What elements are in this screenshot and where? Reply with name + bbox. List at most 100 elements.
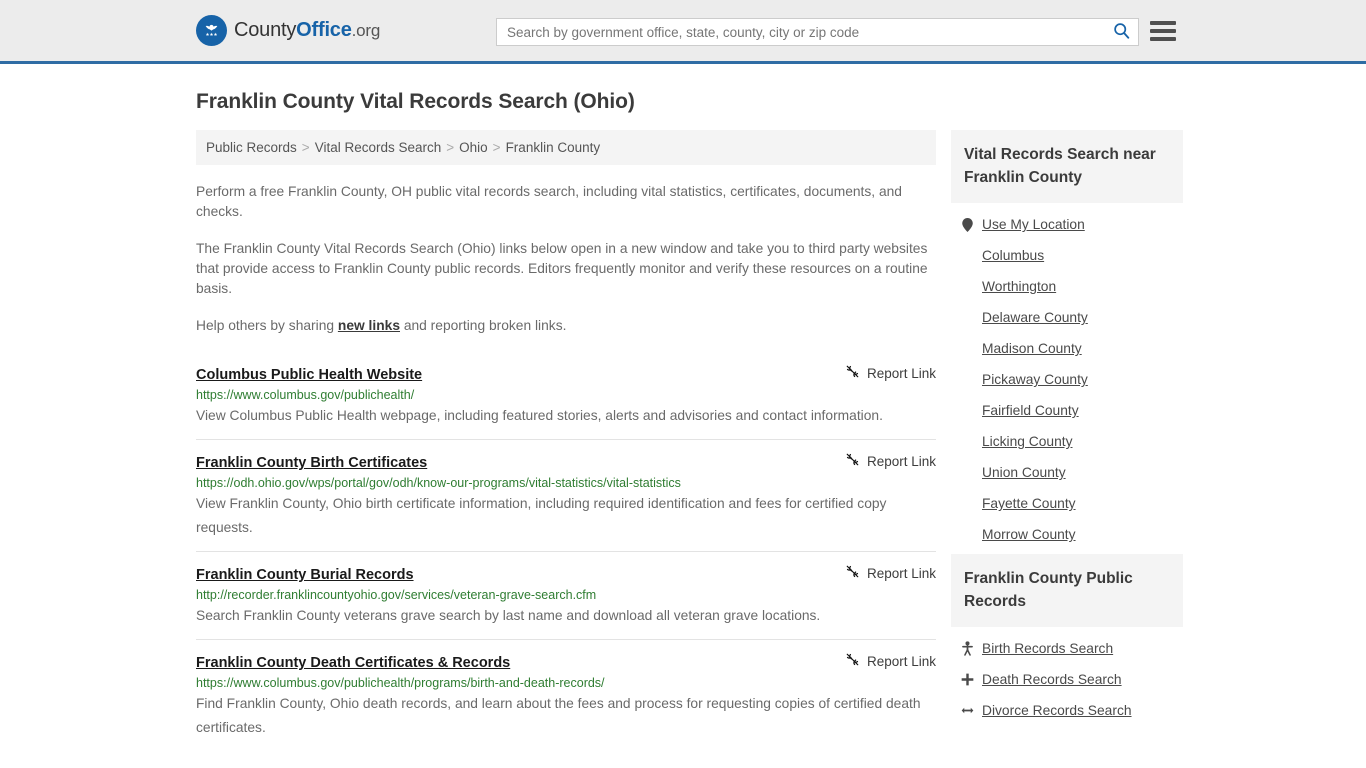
- sidebar-public-records-heading: Franklin County Public Records: [951, 554, 1183, 627]
- result-description: View Franklin County, Ohio birth certifi…: [196, 496, 887, 535]
- result-url[interactable]: http://recorder.franklincountyohio.gov/s…: [196, 588, 936, 602]
- report-link-button[interactable]: Report Link: [845, 364, 936, 382]
- baby-icon: [961, 641, 974, 656]
- site-header: CountyOffice.org: [0, 0, 1366, 64]
- result-item: Franklin County Death Certificates & Rec…: [196, 639, 936, 751]
- main-content: Public Records > Vital Records Search > Ohio…: [196, 130, 936, 751]
- sidebar-nearby-item[interactable]: Fairfield County: [951, 395, 1183, 426]
- result-header: Franklin County Death Certificates & Rec…: [196, 652, 936, 672]
- menu-bar-2: [1150, 29, 1176, 33]
- report-link-label: Report Link: [866, 565, 936, 581]
- search-icon: [1113, 22, 1130, 42]
- report-link-label: Report Link: [866, 453, 936, 469]
- sidebar-nearby-item[interactable]: Use My Location: [951, 209, 1183, 240]
- result-title-link[interactable]: Columbus Public Health Website: [196, 367, 422, 383]
- result-url[interactable]: https://www.columbus.gov/publichealth/: [196, 388, 936, 402]
- sidebar-nearby-label[interactable]: Licking County: [982, 434, 1073, 449]
- result-description: Search Franklin County veterans grave se…: [196, 608, 821, 623]
- sidebar-nearby-item[interactable]: Morrow County: [951, 519, 1183, 550]
- result-header: Columbus Public Health Website Report Lin…: [196, 364, 936, 384]
- results-list: Columbus Public Health Website Report Lin…: [196, 356, 936, 751]
- hamburger-menu-icon[interactable]: [1150, 18, 1176, 44]
- breadcrumb-item-2[interactable]: Ohio: [459, 140, 488, 155]
- breadcrumb-item-3[interactable]: Franklin County: [506, 140, 601, 155]
- site-logo-text: CountyOffice.org: [234, 19, 380, 42]
- intro-text: Perform a free Franklin County, OH publi…: [196, 182, 936, 336]
- result-item: Franklin County Burial Records Report Lin…: [196, 551, 936, 639]
- breadcrumb-separator: >: [492, 140, 501, 155]
- site-logo[interactable]: CountyOffice.org: [196, 15, 380, 46]
- split-arrows-icon: [961, 705, 974, 716]
- sidebar-nearby-label[interactable]: Madison County: [982, 341, 1082, 356]
- result-title-link[interactable]: Franklin County Death Certificates & Rec…: [196, 655, 510, 671]
- sidebar-nearby-item[interactable]: Delaware County: [951, 302, 1183, 333]
- intro-p3-after: and reporting broken links.: [400, 318, 567, 333]
- sidebar-nearby-item[interactable]: Licking County: [951, 426, 1183, 457]
- sidebar-nearby-label[interactable]: Pickaway County: [982, 372, 1088, 387]
- new-links-link[interactable]: new links: [338, 318, 400, 333]
- result-description: Find Franklin County, Ohio death records…: [196, 696, 921, 735]
- breadcrumb-separator: >: [301, 140, 310, 155]
- search-button[interactable]: [1104, 19, 1138, 45]
- sidebar-nearby-item[interactable]: Union County: [951, 457, 1183, 488]
- result-url[interactable]: https://odh.ohio.gov/wps/portal/gov/odh/…: [196, 476, 936, 490]
- sidebar-nearby-label[interactable]: Morrow County: [982, 527, 1076, 542]
- menu-bar-1: [1150, 21, 1176, 25]
- sidebar: Vital Records Search near Franklin Count…: [951, 130, 1183, 730]
- sidebar-nearby-label[interactable]: Columbus: [982, 248, 1044, 263]
- sidebar-nearby-item[interactable]: Pickaway County: [951, 364, 1183, 395]
- search-input[interactable]: [497, 19, 1104, 45]
- report-link-label: Report Link: [866, 365, 936, 381]
- sidebar-record-item[interactable]: Death Records Search: [951, 664, 1183, 695]
- broken-link-icon: [845, 564, 860, 582]
- sidebar-nearby-list: Use My Location Columbus Worthington Delawa…: [951, 203, 1183, 550]
- result-item: Columbus Public Health Website Report Lin…: [196, 356, 936, 439]
- result-title-link[interactable]: Franklin County Burial Records: [196, 567, 414, 583]
- result-header: Franklin County Birth Certificates Report…: [196, 452, 936, 472]
- report-link-button[interactable]: Report Link: [845, 452, 936, 470]
- search-bar[interactable]: [496, 18, 1139, 46]
- report-link-button[interactable]: Report Link: [845, 564, 936, 582]
- menu-bar-3: [1150, 37, 1176, 41]
- sidebar-nearby-item[interactable]: Madison County: [951, 333, 1183, 364]
- sidebar-record-item[interactable]: Birth Records Search: [951, 633, 1183, 664]
- breadcrumb-item-0[interactable]: Public Records: [206, 140, 297, 155]
- sidebar-nearby-item[interactable]: Fayette County: [951, 488, 1183, 519]
- sidebar-nearby-label[interactable]: Worthington: [982, 279, 1056, 294]
- breadcrumb-item-1[interactable]: Vital Records Search: [315, 140, 442, 155]
- sidebar-nearby-label[interactable]: Union County: [982, 465, 1066, 480]
- sidebar-nearby-heading: Vital Records Search near Franklin Count…: [951, 130, 1183, 203]
- broken-link-icon: [845, 652, 860, 670]
- brand-part-county: County: [234, 19, 297, 41]
- intro-paragraph-2: The Franklin County Vital Records Search…: [196, 241, 928, 296]
- result-header: Franklin County Burial Records Report Lin…: [196, 564, 936, 584]
- broken-link-icon: [845, 452, 860, 470]
- breadcrumb: Public Records > Vital Records Search > Ohio…: [196, 130, 936, 165]
- sidebar-nearby-label[interactable]: Fayette County: [982, 496, 1076, 511]
- result-item: Franklin County Birth Certificates Report…: [196, 439, 936, 551]
- broken-link-icon: [845, 364, 860, 382]
- intro-paragraph-3: Help others by sharing new links and rep…: [196, 316, 936, 336]
- sidebar-nearby-item[interactable]: Worthington: [951, 271, 1183, 302]
- sidebar-record-label[interactable]: Divorce Records Search: [982, 703, 1132, 718]
- result-title-link[interactable]: Franklin County Birth Certificates: [196, 455, 427, 471]
- sidebar-nearby-label[interactable]: Delaware County: [982, 310, 1088, 325]
- sidebar-record-label[interactable]: Birth Records Search: [982, 641, 1113, 656]
- intro-p3-before: Help others by sharing: [196, 318, 338, 333]
- result-description: View Columbus Public Health webpage, inc…: [196, 408, 883, 423]
- brand-part-org: .org: [351, 21, 381, 40]
- intro-paragraph-1: Perform a free Franklin County, OH publi…: [196, 184, 902, 219]
- sidebar-nearby-label[interactable]: Use My Location: [982, 217, 1085, 232]
- eagle-seal-logo-icon: [196, 15, 227, 46]
- report-link-button[interactable]: Report Link: [845, 652, 936, 670]
- result-url[interactable]: https://www.columbus.gov/publichealth/pr…: [196, 676, 936, 690]
- sidebar-nearby-label[interactable]: Fairfield County: [982, 403, 1079, 418]
- map-pin-icon: [961, 217, 974, 232]
- sidebar-record-label[interactable]: Death Records Search: [982, 672, 1122, 687]
- sidebar-nearby-item[interactable]: Columbus: [951, 240, 1183, 271]
- sidebar-record-item[interactable]: Divorce Records Search: [951, 695, 1183, 726]
- breadcrumb-separator: >: [446, 140, 455, 155]
- brand-part-office: Office: [296, 19, 352, 41]
- report-link-label: Report Link: [866, 653, 936, 669]
- sidebar-nearby-box: Vital Records Search near Franklin Count…: [951, 130, 1183, 550]
